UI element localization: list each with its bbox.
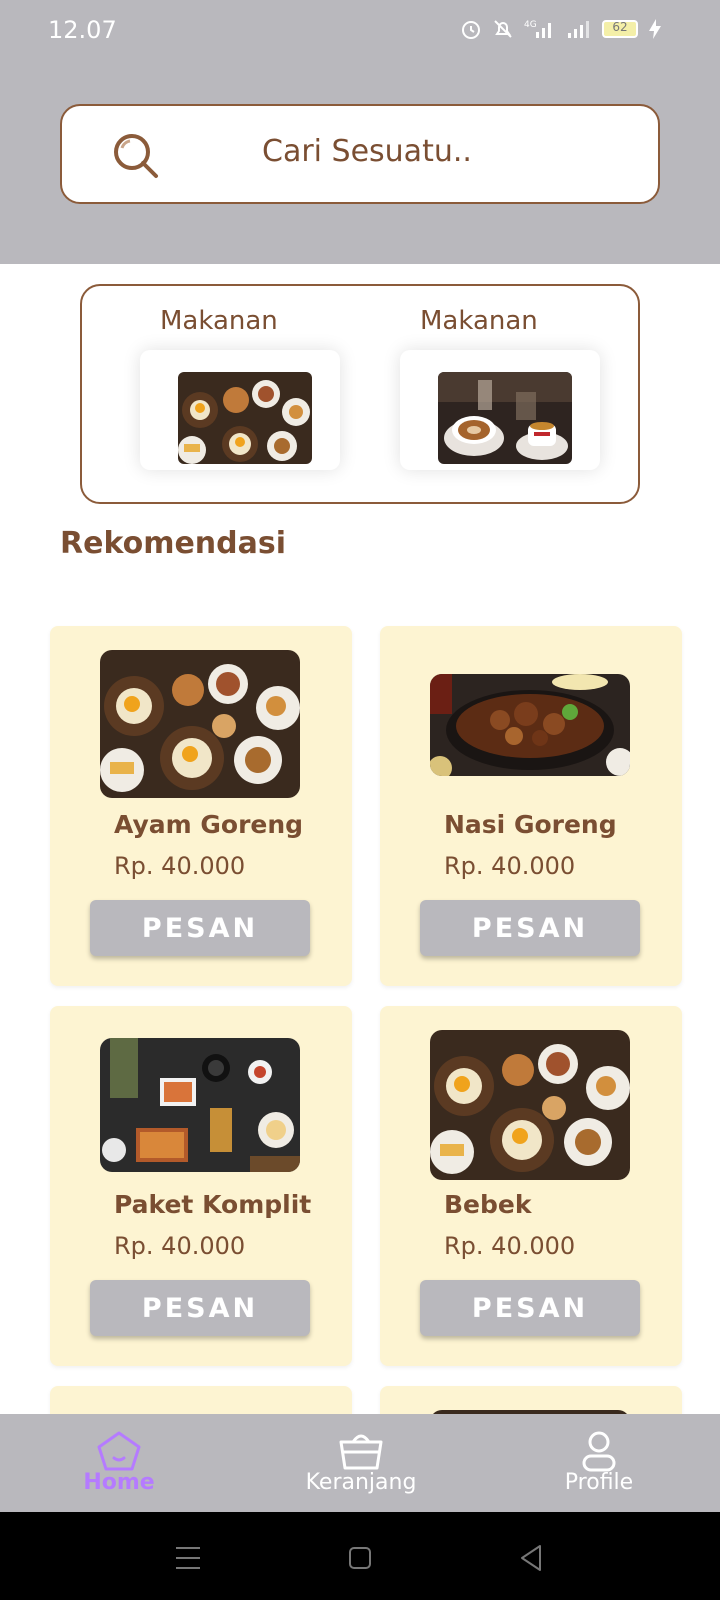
product-price: Rp. 40.000 [114, 1232, 246, 1260]
food-platter-photo [100, 650, 300, 798]
profile-icon [582, 1431, 616, 1472]
category-label: Makanan [420, 306, 538, 336]
section-title: Rekomendasi [60, 526, 287, 561]
product-price: Rp. 40.000 [114, 852, 246, 880]
status-time: 12.07 [48, 16, 117, 44]
category-item[interactable]: Makanan [400, 306, 620, 470]
home-square-icon[interactable] [340, 1538, 380, 1578]
nav-profile-label: Profile [564, 1470, 634, 1495]
food-platter-photo [178, 372, 312, 464]
category-panel: Makanan Makanan [80, 284, 640, 504]
search-input[interactable]: Cari Sesuatu.. [60, 104, 660, 204]
sizzling-plate-photo [430, 674, 630, 776]
nav-profile[interactable]: Profile [524, 1420, 674, 1508]
signal-4g-icon: 4G [524, 20, 551, 38]
status-bar: 12.07 4G 62 [0, 0, 720, 64]
nav-home[interactable]: Home [44, 1420, 194, 1508]
search-icon [114, 134, 158, 178]
product-name: Bebek [444, 1190, 532, 1219]
table-spread-photo [100, 1038, 300, 1172]
basket-icon [339, 1434, 383, 1470]
app-screen: 12.07 4G 62 Cari Sesuatu.. Makanan Makan… [0, 0, 720, 1600]
menu-icon[interactable] [168, 1538, 208, 1578]
category-card[interactable] [400, 350, 600, 470]
battery-level: 62 [612, 20, 628, 34]
category-card[interactable] [140, 350, 340, 470]
order-button[interactable]: PESAN [90, 900, 310, 956]
system-nav-bar [0, 1512, 720, 1600]
back-icon[interactable] [512, 1538, 552, 1578]
product-price: Rp. 40.000 [444, 1232, 576, 1260]
product-card: Ayam Goreng Rp. 40.000 PESAN [50, 626, 352, 986]
category-label: Makanan [160, 306, 278, 336]
charging-icon [649, 19, 661, 39]
order-button[interactable]: PESAN [420, 900, 640, 956]
search-placeholder: Cari Sesuatu.. [262, 134, 472, 169]
category-item[interactable]: Makanan [140, 306, 360, 470]
order-button[interactable]: PESAN [420, 1280, 640, 1336]
food-platter-photo [430, 1030, 630, 1180]
bottom-nav: Home Keranjang Profile [0, 1414, 720, 1512]
status-icons: 4G 62 [460, 18, 662, 40]
home-icon [97, 1431, 141, 1471]
product-name: Nasi Goreng [444, 810, 617, 839]
mute-bell-icon [494, 20, 512, 38]
product-price: Rp. 40.000 [444, 852, 576, 880]
product-card: Paket Komplit Rp. 40.000 PESAN [50, 1006, 352, 1366]
nav-cart-label: Keranjang [305, 1470, 417, 1495]
svg-text:4G: 4G [524, 20, 537, 30]
alarm-icon [462, 21, 480, 39]
product-name: Paket Komplit [114, 1190, 312, 1219]
product-name: Ayam Goreng [114, 810, 304, 839]
nav-home-label: Home [83, 1470, 155, 1495]
order-button[interactable]: PESAN [90, 1280, 310, 1336]
nav-cart[interactable]: Keranjang [286, 1420, 436, 1508]
header: 12.07 4G 62 Cari Sesuatu.. [0, 0, 720, 264]
coffee-photo [438, 372, 572, 464]
product-card: Nasi Goreng Rp. 40.000 PESAN [380, 626, 682, 986]
battery-icon: 62 [602, 20, 638, 38]
product-card: Bebek Rp. 40.000 PESAN [380, 1006, 682, 1366]
signal-icon [568, 21, 589, 38]
